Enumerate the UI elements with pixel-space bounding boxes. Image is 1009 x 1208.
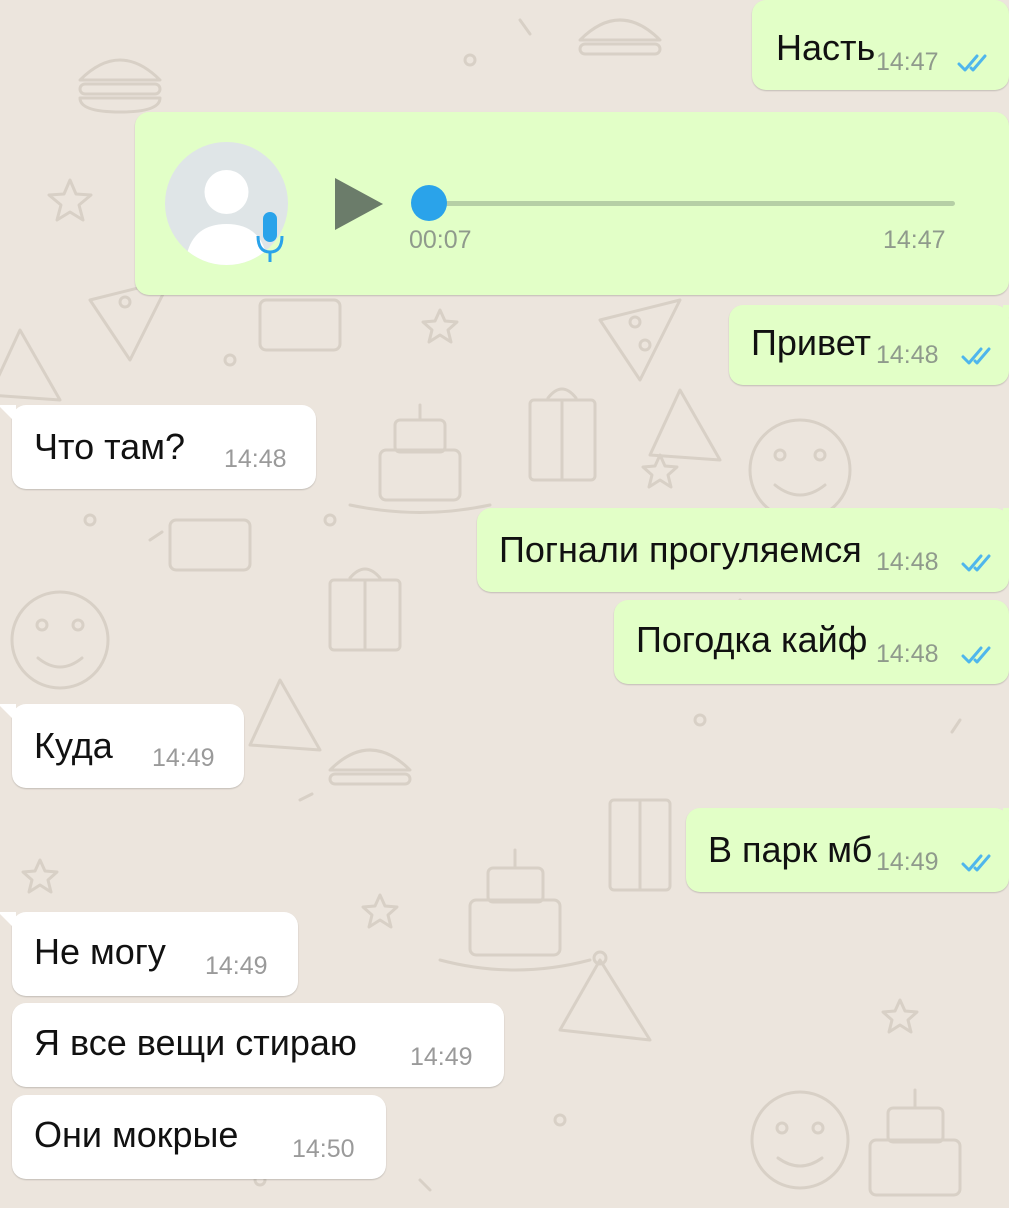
- doodle-cake-icon: [438, 848, 592, 972]
- doodle-smiley-icon: [750, 1090, 850, 1190]
- message-bubble-incoming[interactable]: Куда 14:49: [0, 704, 244, 788]
- message-bubble-incoming[interactable]: Они мокрые 14:50: [12, 1095, 386, 1179]
- voice-progress-handle[interactable]: [411, 185, 447, 221]
- message-time: 14:47: [876, 48, 939, 76]
- doodle-gift-icon: [328, 567, 402, 652]
- double-check-icon: [961, 854, 991, 872]
- message-bubble-outgoing[interactable]: В парк мб 14:49: [686, 808, 1009, 892]
- doodle-gift-icon: [528, 387, 597, 482]
- message-time: 14:49: [205, 952, 268, 980]
- bubble-tail: [0, 912, 16, 930]
- doodle-cake-icon: [348, 403, 492, 514]
- message-text: Я все вещи стираю: [34, 1022, 357, 1063]
- voice-message-bubble[interactable]: 00:07 14:47: [135, 112, 1009, 295]
- message-text: Они мокрые: [34, 1114, 239, 1155]
- double-check-icon: [957, 54, 987, 72]
- play-icon[interactable]: [333, 176, 385, 232]
- voice-progress-track[interactable]: [415, 201, 955, 206]
- message-time: 14:48: [876, 640, 939, 668]
- message-time: 14:48: [876, 341, 939, 369]
- message-text: Погодка кайф: [636, 619, 868, 660]
- doodle-smiley-icon: [10, 590, 110, 690]
- message-time: 14:48: [224, 445, 287, 473]
- message-text: Что там?: [34, 426, 185, 467]
- bubble-tail: [1003, 508, 1009, 526]
- doodle-pizza-icon: [88, 278, 682, 382]
- message-text: В парк мб: [708, 829, 873, 870]
- message-bubble-outgoing[interactable]: Погнали прогуляемся 14:48: [477, 508, 1009, 592]
- doodle-gift-icon: [608, 798, 672, 892]
- message-text: Куда: [34, 725, 113, 766]
- message-bubble-outgoing[interactable]: Погодка кайф 14:48: [614, 600, 1009, 684]
- message-time: 14:49: [410, 1043, 473, 1071]
- bubble-tail: [0, 405, 16, 423]
- bubble-tail: [0, 704, 16, 722]
- message-text: Не могу: [34, 931, 166, 972]
- message-text: Погнали прогуляемся: [499, 529, 862, 570]
- doodle-smiley-icon: [748, 418, 852, 522]
- double-check-icon: [961, 646, 991, 664]
- message-time: 14:49: [152, 744, 215, 772]
- message-bubble-outgoing[interactable]: Привет 14:48: [729, 305, 1009, 385]
- message-bubble-outgoing[interactable]: Насть 14:47: [752, 0, 1009, 90]
- message-time: 14:48: [876, 548, 939, 576]
- double-check-icon: [961, 554, 991, 572]
- double-check-icon: [961, 347, 991, 365]
- message-bubble-incoming[interactable]: Не могу 14:49: [0, 912, 298, 996]
- message-time: 14:50: [292, 1135, 355, 1163]
- message-bubble-incoming[interactable]: Что там? 14:48: [0, 405, 316, 489]
- doodle-cake-icon: [868, 1088, 962, 1197]
- bubble-tail: [1003, 808, 1009, 826]
- message-time: 14:47: [883, 226, 946, 254]
- message-text: Насть: [776, 27, 876, 68]
- bubble-tail: [1003, 305, 1009, 323]
- microphone-icon: [256, 212, 284, 262]
- message-text: Привет: [751, 322, 872, 363]
- voice-duration: 00:07: [409, 226, 472, 254]
- message-bubble-incoming[interactable]: Я все вещи стираю 14:49: [12, 1003, 504, 1087]
- message-time: 14:49: [876, 848, 939, 876]
